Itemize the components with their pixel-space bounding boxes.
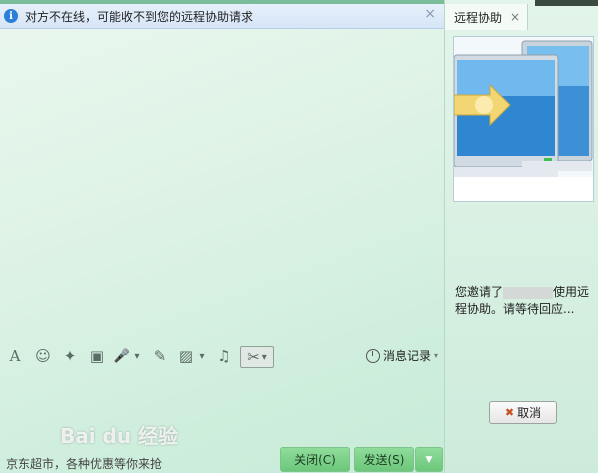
music-icon[interactable]: ♫ [214,346,234,366]
chat-toolbar: A ☺ ✦ ▣ 🎤 ▾ ✎ ▨ ▾ ♫ ✂ ▾ 消息记录 ▾ [0,344,444,368]
voice-icon[interactable]: 🎤 [113,346,131,366]
bottom-bar: 京东超市，各种优惠等你来抢 关闭(C) 发送(S) ▼ [0,446,444,473]
close-icon[interactable]: × [424,6,436,22]
cancel-icon: ✖ [504,406,515,419]
video-icon[interactable]: ▣ [86,346,108,366]
window-thumbnail-strip [535,0,598,6]
chevron-down-icon: ▾ [433,351,438,360]
edit-icon[interactable]: ✎ [150,346,170,366]
send-button[interactable]: 发送(S) [354,447,414,472]
ad-link[interactable]: 京东超市，各种优惠等你来抢 [6,455,162,472]
scissors-icon: ✂ [247,348,260,366]
close-button[interactable]: 关闭(C) [280,447,350,472]
screenshot-scissors-button[interactable]: ✂ ▾ [240,346,274,368]
waiting-message: 您邀请了 使用远程协助。请等待回应... [455,284,591,318]
image-dropdown-icon[interactable]: ▾ [197,346,207,366]
emoji-icon[interactable]: ☺ [33,346,53,366]
info-icon: i [4,9,18,23]
remote-assist-illustration [453,36,594,202]
close-icon[interactable]: × [510,10,520,24]
history-label: 消息记录 [382,349,431,363]
message-prefix: 您邀请了 [455,285,504,299]
cancel-label: 取消 [517,406,542,420]
font-icon[interactable]: A [5,346,25,366]
redacted-contact-name [503,286,554,299]
voice-dropdown-icon[interactable]: ▾ [132,346,142,366]
message-history-button[interactable]: 消息记录 ▾ [365,347,438,364]
notice-text: 对方不在线，可能收不到您的远程协助请求 [25,9,254,24]
two-monitors-icon [454,37,593,201]
cancel-button[interactable]: ✖ 取消 [489,401,557,424]
tab-remote-assist[interactable]: 远程协助 × [445,4,528,30]
image-icon[interactable]: ▨ [176,346,196,366]
magic-effect-icon[interactable]: ✦ [60,346,80,366]
send-options-dropdown[interactable]: ▼ [415,447,443,472]
offline-notice-bar: i 对方不在线，可能收不到您的远程协助请求 × [0,4,444,29]
tab-label: 远程协助 [454,10,503,25]
clock-icon [365,348,380,363]
remote-assist-panel: 远程协助 × 您邀请了 使用远程协助。请等待回应... ✖ 取消 [444,0,598,473]
chevron-down-icon: ▾ [261,351,267,363]
baidu-watermark: Bai du 经验 [60,424,179,448]
